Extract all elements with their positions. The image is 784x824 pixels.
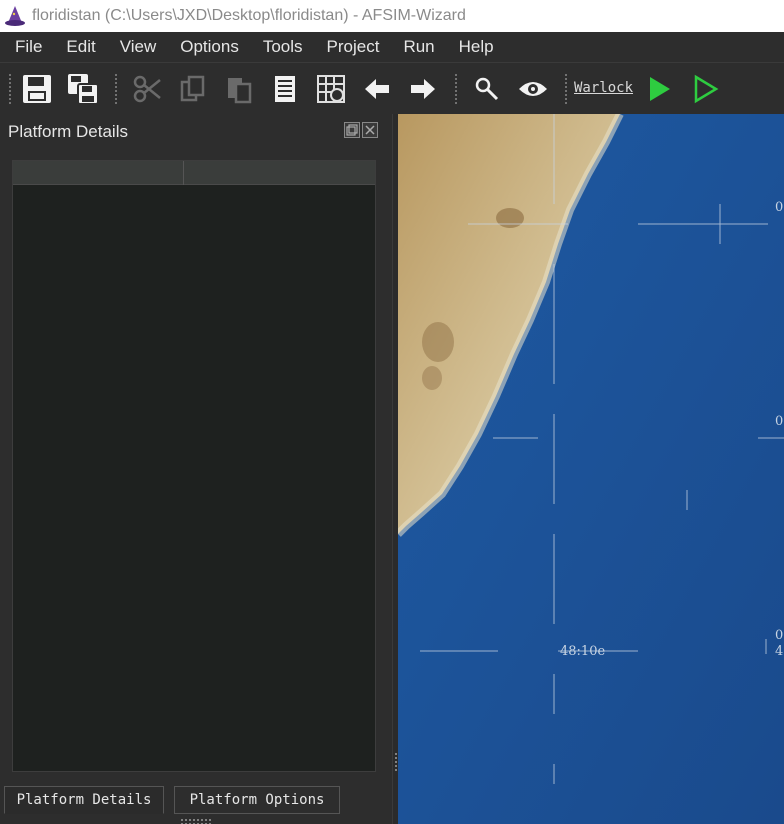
platform-details-dock: Platform Details Platform Details Platfo… (0, 114, 392, 824)
grid-label: 0 (775, 414, 784, 429)
paste-button[interactable] (222, 72, 256, 106)
column-header[interactable] (184, 161, 375, 185)
window-title: floridistan (C:\Users\JXD\Desktop\florid… (32, 7, 466, 24)
grid-label: 4 (775, 644, 784, 659)
tab-platform-details[interactable]: Platform Details (4, 786, 164, 814)
menu-help[interactable]: Help (447, 32, 506, 62)
resize-grip[interactable] (180, 818, 212, 824)
paste-icon (228, 78, 252, 104)
toolbar-grip[interactable] (8, 73, 12, 105)
menu-bar: File Edit View Options Tools Project Run… (0, 32, 784, 62)
grid-button[interactable] (314, 72, 348, 106)
document-button[interactable] (268, 72, 302, 106)
save-all-icon (68, 74, 99, 105)
grid-label: 0 (775, 628, 784, 643)
menu-options[interactable]: Options (168, 32, 251, 62)
run-outline-button[interactable] (688, 72, 722, 106)
find-button[interactable] (470, 72, 504, 106)
window-titlebar: floridistan (C:\Users\JXD\Desktop\florid… (0, 0, 784, 32)
run-icon (650, 77, 670, 101)
grid-label: 0 (775, 200, 784, 215)
toolbar-grip[interactable] (454, 73, 458, 105)
main-toolbar: Warlock (0, 62, 784, 114)
grid-icon (317, 75, 345, 103)
float-dock-button[interactable] (344, 122, 360, 138)
menu-project[interactable]: Project (315, 32, 392, 62)
find-icon (475, 77, 499, 101)
dock-buttons (344, 122, 378, 138)
cut-button[interactable] (130, 72, 164, 106)
forward-arrow-icon (411, 79, 435, 99)
close-icon (365, 125, 375, 135)
panel-title: Platform Details (8, 122, 128, 141)
cut-icon (133, 75, 161, 103)
wizard-hat-icon (5, 6, 25, 26)
menu-view[interactable]: View (108, 32, 169, 62)
menu-file[interactable]: File (0, 32, 54, 62)
warlock-link[interactable]: Warlock (574, 80, 633, 96)
back-button[interactable] (360, 72, 394, 106)
copy-icon (180, 75, 205, 102)
map-canvas (398, 114, 784, 824)
longitude-label: 48:10e (560, 644, 606, 659)
terrain-feature (422, 322, 454, 362)
tab-platform-options[interactable]: Platform Options (174, 786, 340, 814)
map-view[interactable]: 0 0 0 4 48:10e (398, 114, 784, 824)
toolbar-grip[interactable] (114, 73, 118, 105)
eye-icon (519, 82, 547, 96)
save-button[interactable] (20, 72, 54, 106)
menu-tools[interactable]: Tools (251, 32, 315, 62)
forward-button[interactable] (406, 72, 440, 106)
copy-button[interactable] (176, 72, 210, 106)
save-icon (23, 75, 51, 103)
back-arrow-icon (365, 79, 389, 99)
terrain-feature (496, 208, 524, 228)
menu-edit[interactable]: Edit (54, 32, 107, 62)
terrain-feature (422, 366, 442, 390)
eye-button[interactable] (516, 72, 550, 106)
close-dock-button[interactable] (362, 122, 378, 138)
platform-details-table[interactable] (12, 160, 376, 772)
toolbar-grip[interactable] (564, 73, 568, 105)
table-header (13, 161, 375, 185)
menu-run[interactable]: Run (391, 32, 446, 62)
column-header[interactable] (13, 161, 184, 185)
float-icon (346, 124, 358, 136)
run-button[interactable] (642, 72, 676, 106)
save-all-button[interactable] (66, 72, 100, 106)
run-outline-icon (694, 74, 719, 104)
document-icon (275, 76, 295, 102)
